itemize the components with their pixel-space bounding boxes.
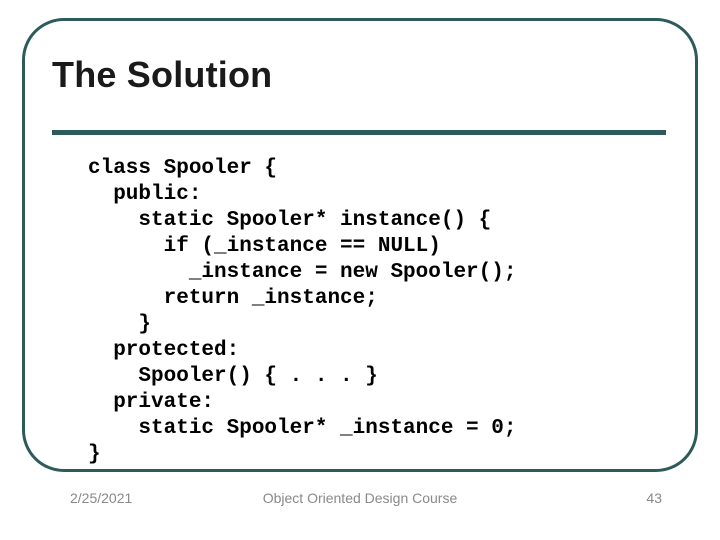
slide-title: The Solution: [52, 54, 272, 96]
footer: 2/25/2021 Object Oriented Design Course …: [0, 490, 720, 520]
code-block: class Spooler { public: static Spooler* …: [88, 156, 516, 468]
footer-course: Object Oriented Design Course: [0, 490, 720, 506]
footer-page-number: 43: [646, 490, 662, 506]
title-rule: [52, 130, 666, 135]
slide: The Solution class Spooler { public: sta…: [0, 0, 720, 540]
